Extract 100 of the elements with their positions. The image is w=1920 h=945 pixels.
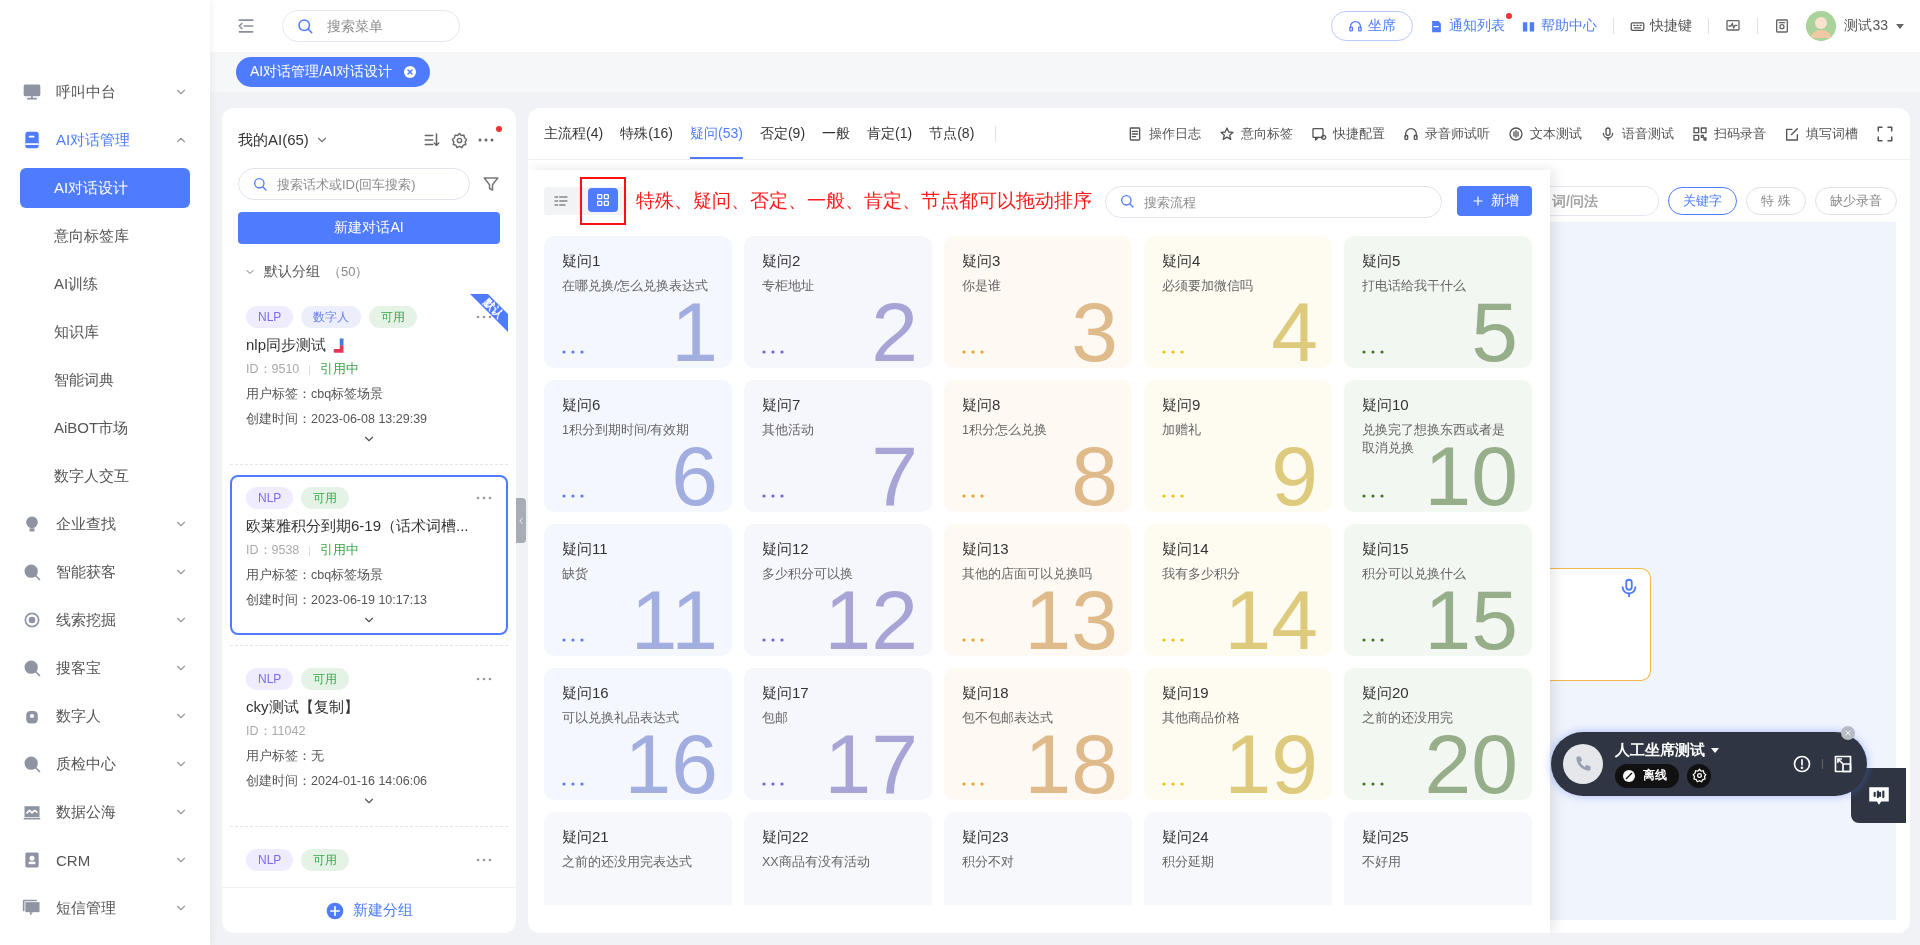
search-field[interactable]: 搜索话术或ID(回车搜索) [238,168,470,200]
view-toggle[interactable] [588,188,618,212]
toolbar-link[interactable]: 文本测试 [1508,124,1582,143]
nav-subitem[interactable]: AI训练 [20,264,190,304]
nav-subitem[interactable]: 知识库 [20,312,190,352]
category-tab[interactable]: 主流程(4) [544,108,604,159]
more-icon[interactable] [476,677,492,681]
flow-card[interactable]: 20 疑问20 之前的还没用完 [1344,668,1532,800]
message-input[interactable] [1550,568,1651,681]
settings-icon[interactable] [451,131,468,149]
agent-name[interactable]: 人工坐席测试 [1615,740,1705,760]
flow-card[interactable]: 疑问23 积分不对 [944,812,1132,905]
create-button[interactable]: 新建对话AI [238,212,500,244]
category-tab[interactable]: 一般 [822,108,851,159]
toolbar-link[interactable]: 操作日志 [1127,124,1201,143]
header-link[interactable]: 快捷键 [1630,17,1693,35]
expand-icon[interactable] [1833,754,1853,774]
more-icon[interactable] [762,350,784,354]
add-button[interactable]: 新增 [1457,186,1532,216]
group-name[interactable]: 默认分组 [264,263,320,281]
more-icon[interactable] [762,638,784,642]
nav-item[interactable]: CRM [0,836,210,884]
flow-card[interactable]: 5 疑问5 打电话给我干什么 [1344,236,1532,368]
flow-card[interactable]: 11 疑问11 缺货 [544,524,732,656]
more-icon[interactable] [478,138,494,142]
call-button[interactable] [1563,744,1603,784]
more-icon[interactable] [1362,638,1384,642]
more-icon[interactable] [476,496,492,500]
flow-card[interactable]: 2 疑问2 专柜地址 [744,236,932,368]
toolbar-link[interactable]: 快捷配置 [1311,124,1385,143]
nav-item[interactable]: AI对话管理 [0,116,210,164]
flow-card[interactable]: 12 疑问12 多少积分可以换 [744,524,932,656]
flow-card[interactable]: 19 疑问19 其他商品价格 [1144,668,1332,800]
status-pill[interactable]: 离线 [1615,763,1679,788]
script-card[interactable]: NLP 可用 欧莱雅积分到期6-19（话术词槽... ID：9538 引用中 用户标签：cbq标签场景 创建时间：2023-06-19 10:17:13 [230,475,508,635]
more-icon[interactable] [562,638,584,642]
menu-icon[interactable] [236,16,256,36]
more-icon[interactable] [562,494,584,498]
flow-card[interactable]: 16 疑问16 可以兑换礼品表达式 [544,668,732,800]
nav-item[interactable]: 企业查找 [0,500,210,548]
more-icon[interactable] [762,494,784,498]
fullscreen-icon[interactable] [1876,124,1894,143]
alert-icon[interactable] [1792,754,1812,774]
nav-item[interactable]: 呼叫中台 [0,68,210,116]
category-tab[interactable]: 特殊(16) [620,108,674,159]
caret-icon[interactable] [1896,23,1904,29]
more-icon[interactable] [762,782,784,786]
user-name[interactable]: 测试33 [1844,17,1888,35]
flow-card[interactable]: 14 疑问14 我有多少积分 [1144,524,1332,656]
filter-chip[interactable]: 缺少录音 [1814,187,1897,215]
nav-subitem[interactable]: 意向标签库 [20,216,190,256]
flow-card[interactable]: 9 疑问9 加赠礼 [1144,380,1332,512]
toolbar-link[interactable]: 填写词槽 [1784,124,1858,143]
toolbar-link[interactable]: 语音测试 [1600,124,1674,143]
more-icon[interactable] [562,350,584,354]
flow-card[interactable]: 6 疑问6 1积分到期时间/有效期 [544,380,732,512]
flow-card[interactable]: 4 疑问4 必须要加微信吗 [1144,236,1332,368]
photo-icon[interactable] [1774,18,1791,34]
more-icon[interactable] [562,782,584,786]
nav-item[interactable]: 线索挖掘 [0,596,210,644]
nav-item[interactable]: 短信管理 [0,884,210,932]
flow-card[interactable]: 疑问25 不好用 [1344,812,1532,905]
filter-chip[interactable]: 关键字 [1668,187,1737,215]
header-link[interactable]: 通知列表 [1429,17,1506,35]
toolbar-link[interactable]: 扫码录音 [1692,124,1766,143]
toolbar-link[interactable]: 录音师试听 [1403,124,1490,143]
settings-button[interactable] [1687,763,1711,788]
collapse-handle[interactable] [516,498,526,543]
nav-subitem[interactable]: AiBOT市场 [20,408,190,448]
search-field[interactable]: 搜索流程 [1105,186,1442,218]
monitor-icon[interactable] [1725,18,1742,34]
flow-card[interactable]: 疑问21 之前的还没用完表达式 [544,812,732,905]
page-tab[interactable]: AI对话管理/AI对话设计 [236,57,431,87]
flow-card[interactable]: 1 疑问1 在哪兑换/怎么兑换表达式 [544,236,732,368]
search-field[interactable]: 词/问法 [1550,186,1659,216]
more-icon[interactable] [1362,350,1384,354]
close-button[interactable] [1841,726,1855,740]
filter-icon[interactable] [482,175,500,193]
nav-subitem[interactable]: AI对话设计 [20,168,190,208]
category-tab[interactable]: 疑问(53) [690,108,743,159]
nav-subitem[interactable]: 智能词典 [20,360,190,400]
nav-item[interactable]: 数据公海 [0,788,210,836]
flow-card[interactable]: 17 疑问17 包邮 [744,668,932,800]
header-link[interactable]: 帮助中心 [1521,17,1598,35]
more-icon[interactable] [1362,782,1384,786]
sort-icon[interactable] [423,131,441,149]
flow-card[interactable]: 3 疑问3 你是谁 [944,236,1132,368]
filter-chip[interactable]: 特 殊 [1746,187,1806,215]
flow-card[interactable]: 13 疑问13 其他的店面可以兑换吗 [944,524,1132,656]
flow-card[interactable]: 7 疑问7 其他活动 [744,380,932,512]
more-icon[interactable] [1362,494,1384,498]
flow-card[interactable]: 疑问24 积分延期 [1144,812,1332,905]
nav-item[interactable]: 质检中心 [0,740,210,788]
voice-chat-button[interactable] [1851,768,1906,823]
category-tab[interactable]: 肯定(1) [867,108,913,159]
new-group-button[interactable]: 新建分组 [319,899,419,922]
flow-card[interactable]: 18 疑问18 包不包邮表达式 [944,668,1132,800]
menu-search-field[interactable]: 搜索菜单 [282,10,460,42]
nav-item[interactable]: 数字人 [0,692,210,740]
flow-card[interactable]: 8 疑问8 1积分怎么兑换 [944,380,1132,512]
